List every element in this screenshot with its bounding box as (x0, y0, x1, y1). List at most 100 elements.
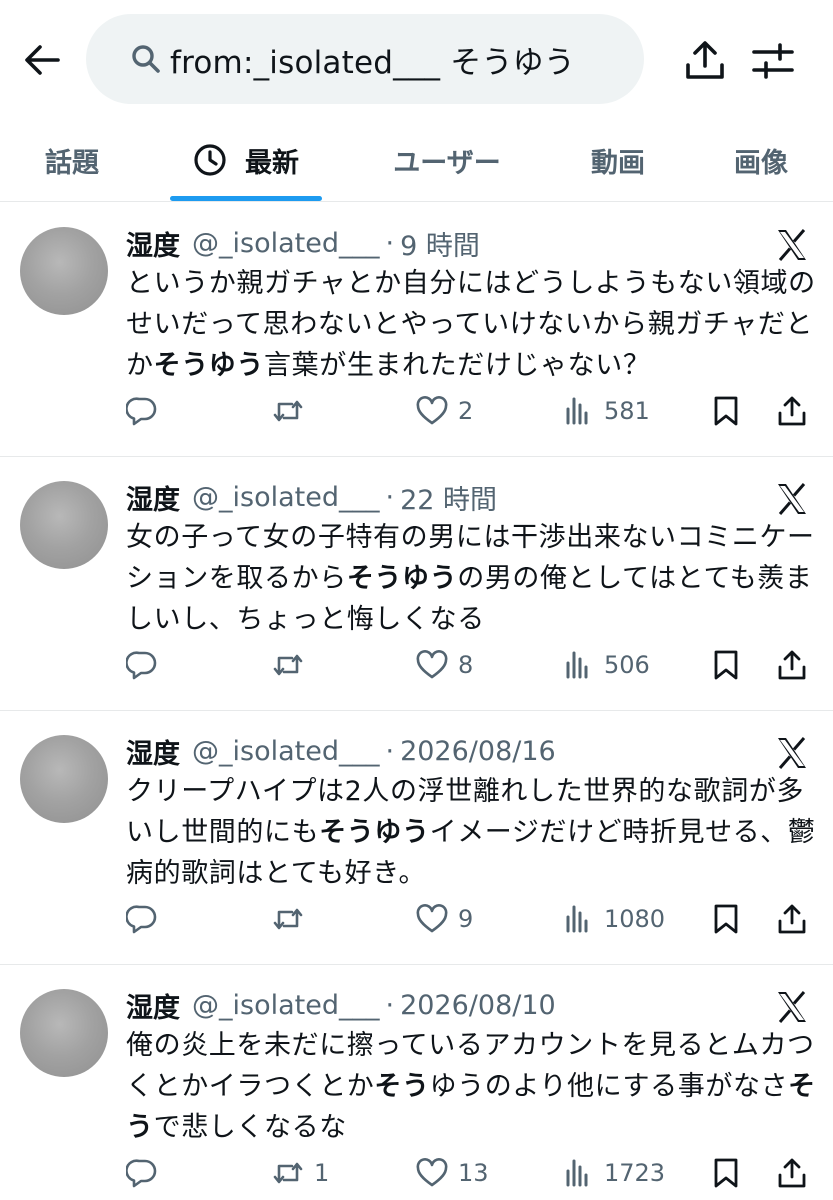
bookmark-icon (714, 396, 738, 426)
share-post-button[interactable] (776, 897, 808, 941)
timestamp[interactable]: 9 時間 (400, 224, 480, 263)
tab-label: 最新 (245, 147, 299, 179)
tab-people[interactable]: ユーザー (360, 118, 534, 202)
like-count: 2 (458, 397, 474, 425)
tweet-header: 湿度 @_isolated___ · 2026/08/10 (126, 985, 556, 1025)
views-button[interactable]: 581 (562, 389, 650, 433)
view-count: 1080 (604, 905, 666, 933)
tweet-header: 湿度 @_isolated___ · 2026/08/16 (126, 731, 556, 771)
user-handle[interactable]: @_isolated___ (192, 990, 379, 1021)
tweet[interactable]: 湿度 @_isolated___ · 2026/08/16 クリープハイプは2人… (0, 711, 833, 965)
display-name[interactable]: 湿度 (126, 478, 180, 517)
filter-button[interactable] (750, 38, 796, 84)
reply-button[interactable] (126, 389, 168, 433)
tweet-header: 湿度 @_isolated___ · 22 時間 (126, 477, 497, 517)
like-button[interactable]: 2 (416, 389, 473, 433)
tab-top[interactable]: 話題 (0, 118, 144, 202)
separator-dot: · (385, 227, 395, 259)
like-icon (416, 650, 448, 679)
search-highlight: そうゆう (153, 350, 265, 381)
like-count: 8 (458, 651, 474, 679)
like-icon (416, 904, 448, 933)
retweet-button[interactable] (272, 897, 314, 941)
user-handle[interactable]: @_isolated___ (192, 228, 379, 259)
bookmark-icon (714, 650, 738, 680)
filter-icon (752, 43, 794, 79)
share-post-icon (778, 904, 806, 934)
share-post-button[interactable] (776, 1151, 808, 1195)
bookmark-button[interactable] (710, 897, 742, 941)
like-count: 13 (458, 1159, 489, 1187)
tweet[interactable]: 湿度 @_isolated___ · 9 時間 というか親ガチャとか自分にはどう… (0, 203, 833, 457)
tweet-header: 湿度 @_isolated___ · 9 時間 (126, 223, 480, 263)
user-handle[interactable]: @_isolated___ (192, 736, 379, 767)
views-button[interactable]: 1080 (562, 897, 665, 941)
clock-icon (194, 144, 226, 176)
search-icon (132, 45, 160, 73)
views-button[interactable]: 1723 (562, 1151, 665, 1195)
tweet[interactable]: 湿度 @_isolated___ · 2026/08/10 俺の炎上を未だに擦っ… (0, 965, 833, 1200)
separator-dot: · (385, 989, 395, 1021)
share-post-button[interactable] (776, 643, 808, 687)
views-button[interactable]: 506 (562, 643, 650, 687)
like-icon (416, 1158, 448, 1187)
tweet-actions: 8 506 (0, 643, 833, 687)
views-icon (566, 651, 588, 679)
like-button[interactable]: 8 (416, 643, 473, 687)
back-button[interactable] (22, 40, 62, 80)
tab-latest[interactable]: 最新 (170, 118, 322, 202)
display-name[interactable]: 湿度 (126, 732, 180, 771)
bookmark-button[interactable] (710, 643, 742, 687)
display-name[interactable]: 湿度 (126, 986, 180, 1025)
view-count: 1723 (604, 1159, 666, 1187)
reply-button[interactable] (126, 897, 168, 941)
search-input[interactable]: from:_isolated___ そうゆう (86, 14, 644, 104)
tab-images[interactable]: 画像 (704, 118, 818, 202)
timestamp[interactable]: 2026/08/10 (400, 990, 556, 1021)
share-icon (686, 41, 724, 79)
reply-button[interactable] (126, 1151, 168, 1195)
share-post-icon (778, 396, 806, 426)
share-post-button[interactable] (776, 389, 808, 433)
views-icon (566, 1159, 588, 1187)
avatar[interactable] (20, 227, 108, 315)
tweet-actions: 1 13 1723 (0, 1151, 833, 1195)
retweet-icon (273, 654, 303, 676)
top-bar: from:_isolated___ そうゆう (0, 0, 833, 118)
user-handle[interactable]: @_isolated___ (192, 482, 379, 513)
tweet[interactable]: 湿度 @_isolated___ · 22 時間 女の子って女の子特有の男には干… (0, 457, 833, 711)
reply-icon (126, 397, 157, 426)
search-highlight: そうゆう (319, 817, 430, 848)
views-icon (566, 905, 588, 933)
search-highlight: そうゆう (346, 563, 458, 594)
x-logo-icon (778, 483, 806, 515)
retweet-button[interactable] (272, 643, 314, 687)
like-button[interactable]: 13 (416, 1151, 489, 1195)
bookmark-button[interactable] (710, 389, 742, 433)
search-query-text: from:_isolated___ そうゆう (170, 44, 576, 81)
separator-dot: · (385, 735, 395, 767)
retweet-button[interactable]: 1 (272, 1151, 329, 1195)
tweet-actions: 2 581 (0, 389, 833, 433)
like-button[interactable]: 9 (416, 897, 473, 941)
like-icon (416, 396, 448, 425)
share-post-icon (778, 1158, 806, 1188)
bookmark-icon (714, 904, 738, 934)
tab-label: 話題 (45, 147, 99, 179)
share-button[interactable] (682, 38, 728, 84)
tab-videos[interactable]: 動画 (560, 118, 676, 202)
timestamp[interactable]: 22 時間 (400, 478, 497, 517)
display-name[interactable]: 湿度 (126, 224, 180, 263)
search-highlight: そう (374, 1071, 430, 1102)
share-post-icon (778, 650, 806, 680)
timestamp[interactable]: 2026/08/16 (400, 736, 556, 767)
reply-button[interactable] (126, 643, 168, 687)
x-logo-icon (778, 229, 806, 261)
active-tab-indicator (170, 196, 322, 201)
avatar[interactable] (20, 481, 108, 569)
avatar[interactable] (20, 735, 108, 823)
avatar[interactable] (20, 989, 108, 1077)
bookmark-button[interactable] (710, 1151, 742, 1195)
retweet-button[interactable] (272, 389, 314, 433)
reply-icon (126, 905, 157, 934)
